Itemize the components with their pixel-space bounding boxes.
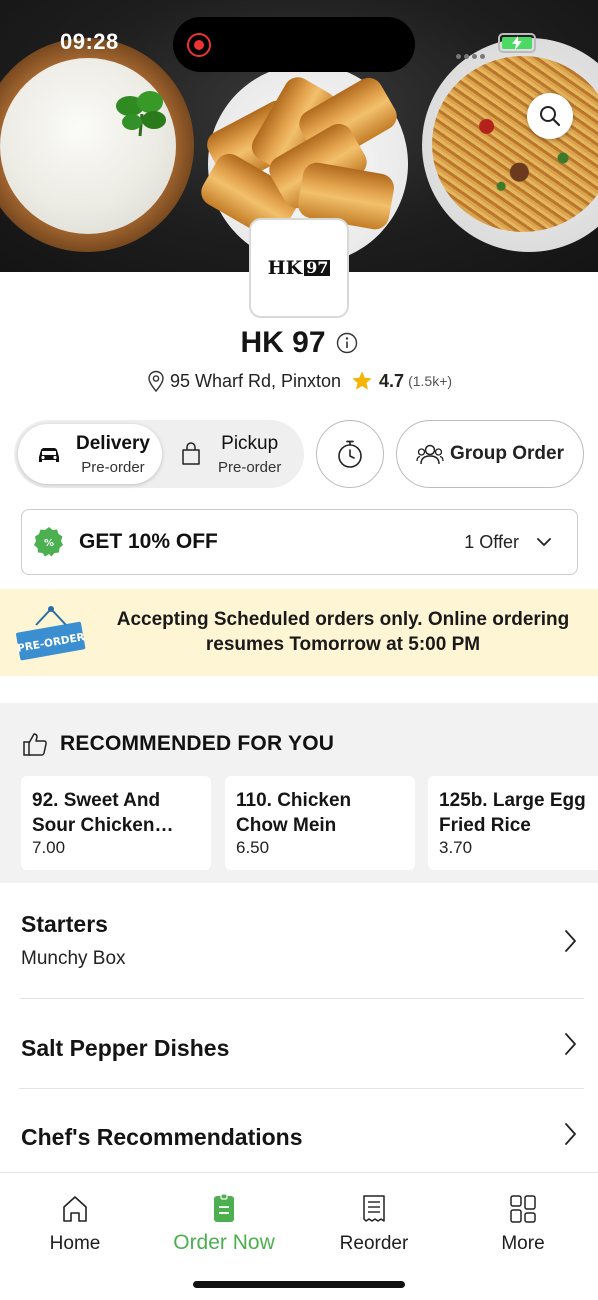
search-button[interactable] [527, 93, 573, 139]
rice-image [0, 58, 176, 234]
pickup-option[interactable]: Pickup Pre-order [160, 424, 304, 484]
parsley-image [116, 91, 166, 137]
signal-icon [456, 46, 490, 59]
nav-reorder[interactable]: Reorder [314, 1193, 434, 1255]
store-logo: HK 97 [249, 218, 349, 318]
category-title: Salt Pepper Dishes [21, 1035, 230, 1061]
recommended-item[interactable]: 125b. Large Egg Fried Rice 3.70 [428, 776, 598, 870]
store-address: 95 Wharf Rd, Pinxton [169, 370, 342, 391]
nav-more[interactable]: More [463, 1193, 583, 1255]
category-subtitle: Munchy Box [21, 948, 126, 969]
recommended-title: RECOMMENDED FOR YOU [60, 732, 335, 755]
logo-number: 97 [304, 258, 331, 277]
info-icon[interactable] [336, 332, 358, 354]
location-pin-icon [148, 370, 164, 392]
thumbs-up-icon [23, 733, 47, 756]
category-title: Chef's Recommendations [21, 1124, 303, 1150]
logo-letters: HK [267, 257, 303, 279]
store-rating: 4.7 [379, 370, 405, 391]
store-header: HK 97 [0, 326, 598, 360]
schedule-notice: PRE-ORDER Accepting Scheduled orders onl… [0, 589, 598, 676]
category-title: Starters [21, 911, 108, 937]
delivery-sub: Pre-order [81, 458, 145, 476]
category-row[interactable]: Starters Munchy Box [0, 883, 598, 999]
recommended-item-price: 3.70 [439, 838, 473, 857]
chevron-down-icon [537, 538, 551, 546]
store-meta: 95 Wharf Rd, Pinxton 4.7 (1.5k+) [0, 370, 598, 392]
recording-icon [187, 33, 211, 57]
nav-reorder-label: Reorder [339, 1233, 409, 1254]
pickup-sub: Pre-order [218, 458, 282, 476]
recommended-section: RECOMMENDED FOR YOU 92. Sweet And Sour C… [0, 703, 598, 883]
recommended-item-price: 7.00 [32, 838, 66, 857]
recommended-item[interactable]: 92. Sweet And Sour Chicken Balls 7.00 [21, 776, 211, 870]
recommended-item-name: 125b. Large Egg Fried Rice [439, 790, 586, 836]
chevron-right-icon [565, 930, 576, 952]
nav-home[interactable]: Home [15, 1193, 135, 1255]
status-time: 09:28 [60, 29, 119, 54]
pre-order-sign-icon: PRE-ORDER [16, 606, 86, 661]
delivery-label: Delivery [76, 432, 150, 454]
delivery-option[interactable]: Delivery Pre-order [18, 424, 162, 484]
recommended-item-name: 92. Sweet And Sour Chicken Balls [32, 790, 161, 836]
order-mode-toggle: Delivery Pre-order Pickup Pre-order [14, 420, 304, 488]
group-icon [416, 444, 444, 465]
nav-home-label: Home [49, 1233, 101, 1254]
group-order-button[interactable]: Group Order [396, 420, 584, 488]
search-icon [540, 106, 561, 127]
home-indicator [193, 1281, 405, 1288]
order-icon [214, 1193, 234, 1222]
stopwatch-icon [338, 440, 362, 468]
offer-title: GET 10% OFF [79, 530, 218, 553]
nav-order-now[interactable]: Order Now [164, 1193, 284, 1255]
chevron-right-icon [565, 1033, 576, 1055]
category-row[interactable]: Chef's Recommendations [0, 1089, 598, 1172]
group-order-label: Group Order [449, 443, 564, 464]
chevron-right-icon [565, 1123, 576, 1145]
store-name: HK 97 [240, 326, 326, 359]
nav-order-now-label: Order Now [173, 1231, 275, 1254]
car-icon [39, 448, 59, 462]
recommended-item-name: 110. Chicken Chow Mein [236, 790, 352, 836]
recommended-item[interactable]: 110. Chicken Chow Mein 6.50 [225, 776, 415, 870]
bag-icon [182, 442, 200, 465]
home-icon [63, 1196, 87, 1222]
review-count: (1.5k+) [408, 373, 453, 389]
receipt-icon [363, 1195, 385, 1222]
category-row[interactable]: Salt Pepper Dishes [0, 999, 598, 1089]
offer-count: 1 Offer [464, 531, 519, 552]
star-icon [352, 371, 372, 390]
notice-text: Accepting Scheduled orders only. Online … [116, 609, 570, 655]
battery-icon [498, 33, 536, 53]
recommended-item-price: 6.50 [236, 838, 270, 857]
offer-banner[interactable]: % GET 10% OFF 1 Offer [21, 509, 578, 575]
pickup-label: Pickup [221, 432, 279, 454]
nav-more-label: More [501, 1233, 545, 1254]
discount-badge-icon: % [34, 527, 63, 557]
svg-text:%: % [44, 538, 54, 549]
schedule-button[interactable] [316, 420, 384, 488]
recommended-header: RECOMMENDED FOR YOU [22, 731, 334, 757]
grid-icon [510, 1195, 536, 1223]
